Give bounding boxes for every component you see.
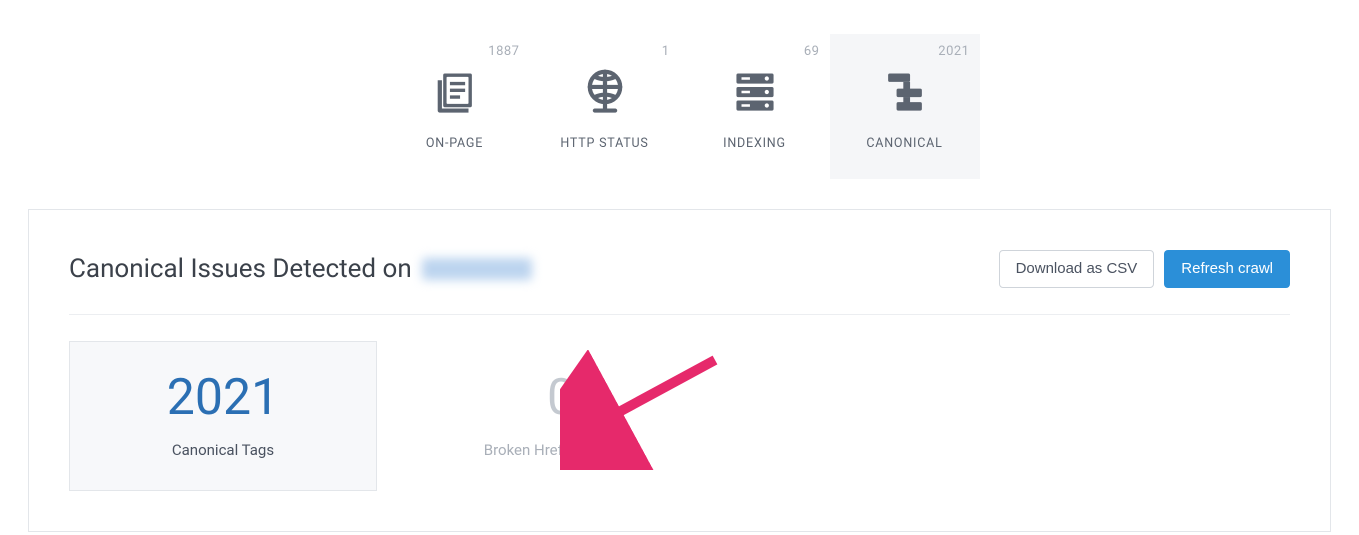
tab-label: ON-PAGE [426, 136, 483, 151]
tab-canonical[interactable]: 2021 CANONICAL [830, 34, 980, 179]
tab-label: INDEXING [723, 136, 786, 151]
stats-row: 2021 Canonical Tags 0 Broken Hreflang Is… [69, 341, 1290, 491]
server-icon [725, 62, 785, 122]
tab-row: 1887 ON-PAGE 1 HTTP STATUS 69 [0, 0, 1359, 179]
tab-badge: 2021 [938, 44, 969, 59]
refresh-crawl-button[interactable]: Refresh crawl [1164, 250, 1290, 288]
globe-icon [575, 62, 635, 122]
stat-broken-hreflang[interactable]: 0 Broken Hreflang Issues [407, 341, 715, 491]
tab-badge: 1 [662, 44, 670, 59]
panel-title-text: Canonical Issues Detected on [69, 254, 412, 284]
panel-actions: Download as CSV Refresh crawl [999, 250, 1290, 288]
tab-badge: 1887 [488, 44, 519, 59]
download-csv-button[interactable]: Download as CSV [999, 250, 1155, 288]
issues-panel: Canonical Issues Detected on Download as… [28, 209, 1331, 532]
domain-redacted [422, 258, 532, 280]
tab-on-page[interactable]: 1887 ON-PAGE [380, 34, 530, 179]
stat-value: 2021 [167, 373, 279, 423]
panel-header: Canonical Issues Detected on Download as… [69, 250, 1290, 315]
stat-canonical-tags[interactable]: 2021 Canonical Tags [69, 341, 377, 491]
stat-label: Broken Hreflang Issues [484, 441, 638, 459]
tab-label: HTTP STATUS [560, 136, 648, 151]
document-stack-icon [425, 62, 485, 122]
tab-badge: 69 [804, 44, 820, 59]
tab-indexing[interactable]: 69 INDEXING [680, 34, 830, 179]
canonical-icon [875, 62, 935, 122]
stat-label: Canonical Tags [172, 441, 274, 459]
panel-title: Canonical Issues Detected on [69, 254, 532, 284]
tab-http-status[interactable]: 1 HTTP STATUS [530, 34, 680, 179]
stat-value: 0 [547, 373, 575, 423]
tab-label: CANONICAL [866, 136, 942, 151]
